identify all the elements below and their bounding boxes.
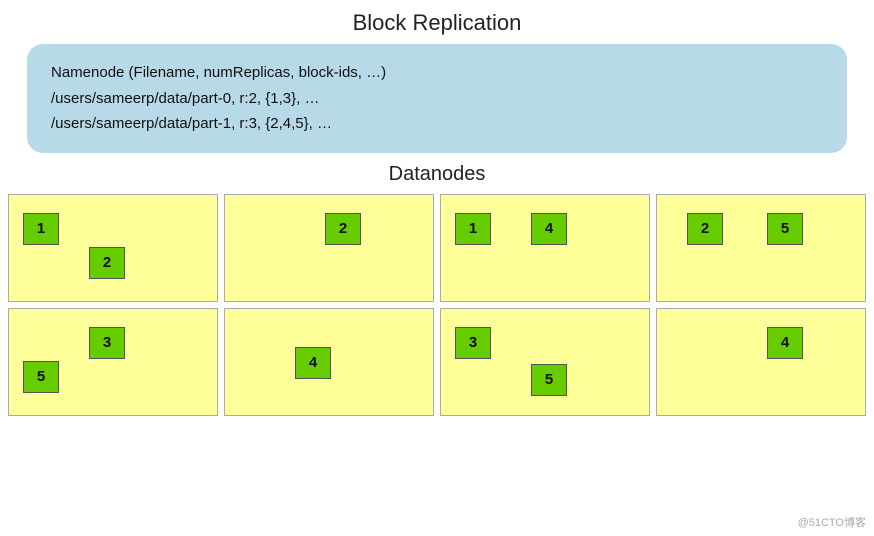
block-4-in-dn-8: 4 — [767, 327, 803, 359]
block-4-in-dn-3: 4 — [531, 213, 567, 245]
block-5-in-dn-7: 5 — [531, 364, 567, 396]
block-3-in-dn-7: 3 — [455, 327, 491, 359]
datanode-cell-5: 53 — [8, 308, 218, 416]
block-1-in-dn-1: 1 — [23, 213, 59, 245]
datanode-cell-4: 25 — [656, 194, 866, 302]
namenode-box: Namenode (Filename, numReplicas, block-i… — [27, 44, 847, 153]
namenode-line-1: Namenode (Filename, numReplicas, block-i… — [51, 60, 823, 86]
page-title: Block Replication — [0, 0, 874, 44]
datanode-cell-1: 12 — [8, 194, 218, 302]
datanode-grid: 1221425534354 — [8, 194, 866, 416]
block-3-in-dn-5: 3 — [89, 327, 125, 359]
namenode-line-2: /users/sameerp/data/part-0, r:2, {1,3}, … — [51, 86, 823, 112]
datanode-cell-2: 2 — [224, 194, 434, 302]
block-5-in-dn-5: 5 — [23, 361, 59, 393]
block-1-in-dn-3: 1 — [455, 213, 491, 245]
datanode-cell-3: 14 — [440, 194, 650, 302]
block-2-in-dn-4: 2 — [687, 213, 723, 245]
block-2-in-dn-1: 2 — [89, 247, 125, 279]
namenode-line-3: /users/sameerp/data/part-1, r:3, {2,4,5}… — [51, 111, 823, 137]
datanodes-title: Datanodes — [0, 163, 874, 186]
block-4-in-dn-6: 4 — [295, 347, 331, 379]
block-5-in-dn-4: 5 — [767, 213, 803, 245]
block-2-in-dn-2: 2 — [325, 213, 361, 245]
datanode-cell-7: 35 — [440, 308, 650, 416]
watermark: @51CTO博客 — [798, 514, 866, 530]
datanode-cell-8: 4 — [656, 308, 866, 416]
datanode-cell-6: 4 — [224, 308, 434, 416]
